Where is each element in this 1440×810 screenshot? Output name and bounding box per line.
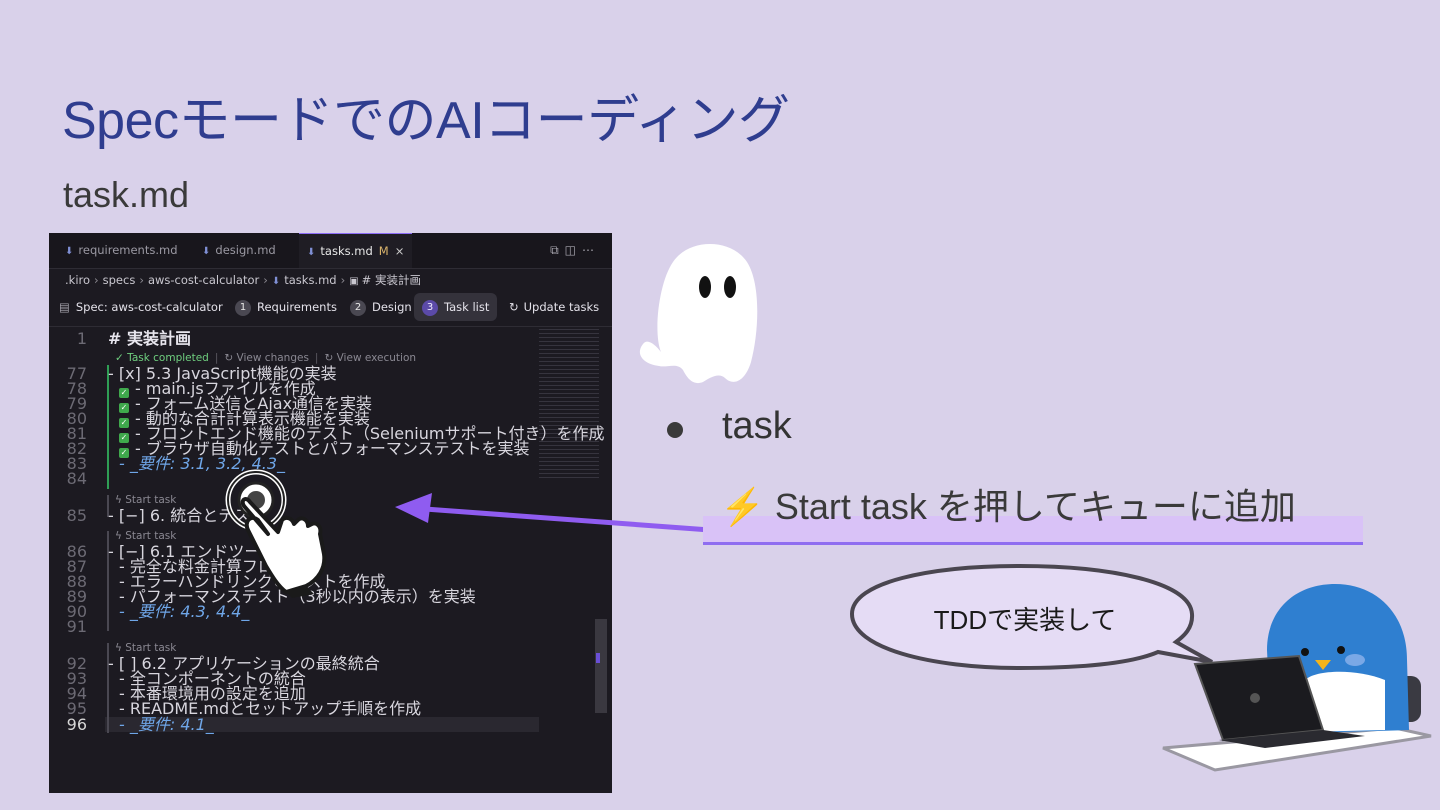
lightning-icon: ϟ (115, 530, 126, 542)
refresh-icon: ↻ (509, 300, 519, 314)
breadcrumb-item[interactable]: .kiro (65, 273, 90, 287)
more-icon[interactable]: ⋯ (582, 243, 600, 257)
editor-actions: ⧉◫⋯ (550, 233, 600, 268)
close-icon[interactable]: × (395, 244, 405, 258)
speech-bubble-text: TDDで実装して (933, 605, 1117, 635)
code-line[interactable]: 91 (49, 619, 549, 635)
open-preview-icon[interactable]: ⧉ (550, 243, 565, 257)
divider (49, 326, 612, 327)
step-design[interactable]: 2 Design (342, 293, 420, 321)
chevron-right-icon: › (139, 273, 144, 287)
breadcrumb-item[interactable]: aws-cost-calculator (148, 273, 259, 287)
tab-bar: ⬇ requirements.md ⬇ design.md ⬇ tasks.md M × … (49, 233, 612, 269)
lightning-icon: ϟ (115, 494, 126, 506)
bullet-sub: ⚡ Start task を押してキューに追加 (720, 486, 1296, 527)
tab-label: tasks.md (320, 244, 373, 258)
breadcrumb-item[interactable]: tasks.md (284, 273, 336, 287)
check-icon: ✓ (115, 352, 128, 364)
chevron-right-icon: › (94, 273, 99, 287)
lightning-icon: ϟ (115, 642, 126, 654)
chevron-right-icon: › (340, 273, 346, 287)
update-tasks-button[interactable]: ↻ Update tasks (509, 293, 599, 321)
tab-label: design.md (215, 243, 276, 257)
arrow-icon (395, 493, 711, 533)
breadcrumb-item[interactable]: specs (103, 273, 136, 287)
step-task-list[interactable]: 3 Task list (414, 293, 498, 321)
code-line[interactable]: 95- README.mdとセットアップ手順を作成 (49, 701, 549, 717)
breadcrumb: .kiro › specs › aws-cost-calculator › ⬇ tasks.m… (65, 269, 421, 291)
scrollbar-marker (596, 653, 600, 663)
step-requirements[interactable]: 1 Requirements (227, 293, 345, 321)
history-icon: ↻ (224, 352, 237, 364)
bullet-dot (667, 422, 683, 438)
pointer-hand-icon (225, 469, 327, 598)
slide-title: SpecモードでのAIコーディング (62, 92, 790, 150)
chevron-right-icon: › (263, 273, 268, 287)
history-icon: ↻ (324, 352, 337, 364)
modified-indicator: M (378, 244, 389, 258)
tab-label: requirements.md (78, 243, 178, 257)
tab-design[interactable]: ⬇ design.md (194, 233, 284, 268)
slide-subtitle: task.md (63, 174, 190, 215)
markdown-icon: ⬇ (202, 246, 211, 257)
split-editor-icon[interactable]: ◫ (565, 243, 582, 257)
markdown-icon: ⬇ (307, 247, 316, 258)
code-line[interactable]: 90- _要件: 4.3, 4.4_ (49, 604, 549, 620)
spec-bar: ▤ Spec: aws-cost-calculator 1 Requirements… (59, 293, 609, 321)
ghost-icon (639, 244, 758, 384)
bullet-main: task (722, 405, 792, 447)
markdown-icon: ⬇ (65, 246, 74, 257)
penguin-laptop-illustration (1162, 584, 1432, 772)
code-line[interactable]: 1 # 実装計画 (49, 331, 549, 347)
breadcrumb-item[interactable]: # 実装計画 (362, 273, 421, 287)
view-changes-link[interactable]: ↻ View changes (224, 352, 309, 364)
lightning-icon: ⚡ (720, 486, 765, 527)
symbol-icon: ▣ (349, 276, 359, 287)
markdown-icon: ⬇ (271, 276, 281, 287)
document-icon: ▤ (59, 300, 70, 314)
view-execution-link[interactable]: ↻ View execution (324, 352, 416, 364)
tab-requirements[interactable]: ⬇ requirements.md (57, 233, 186, 268)
scrollbar[interactable] (595, 619, 607, 713)
code-line[interactable]: 96- _要件: 4.1_ (49, 717, 549, 733)
tab-tasks[interactable]: ⬇ tasks.md M × (299, 233, 413, 268)
spec-label: ▤ Spec: aws-cost-calculator (59, 300, 223, 314)
